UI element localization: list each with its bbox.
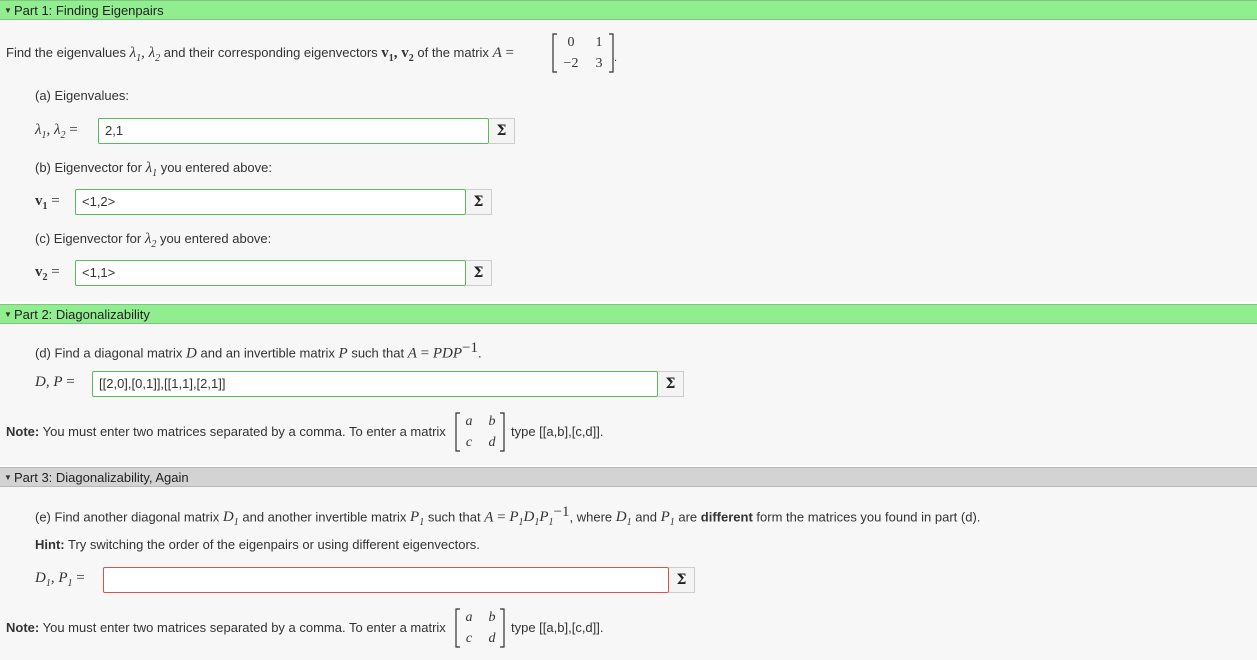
part3-note: Note: You must enter two matrices separa… xyxy=(6,620,446,635)
sigma-button[interactable]: Σ xyxy=(466,260,492,286)
collapse-triangle-icon: ▼ xyxy=(4,5,12,15)
eigenvalues-input[interactable]: 2,1 xyxy=(98,118,489,144)
sigma-button[interactable]: Σ xyxy=(669,567,695,593)
part1-intro: Find the eigenvalues λ1, λ2 and their co… xyxy=(6,45,514,64)
dp-label: D, P = xyxy=(35,374,75,390)
part1-header[interactable]: ▼ Part 1: Finding Eigenpairs xyxy=(0,0,1257,20)
eigenvector-v1-input[interactable]: <1,2> xyxy=(75,189,466,215)
eigenvector-v2-input[interactable]: <1,1> xyxy=(75,260,466,286)
part2-title: Part 2: Diagonalizability xyxy=(14,306,150,322)
part3-header[interactable]: ▼ Part 3: Diagonalizability, Again xyxy=(0,467,1257,487)
part-a-label: (a) Eigenvalues: xyxy=(35,88,129,103)
sigma-button[interactable]: Σ xyxy=(658,371,684,397)
collapse-triangle-icon: ▼ xyxy=(4,309,12,319)
sigma-button[interactable]: Σ xyxy=(489,118,515,144)
diagonalization-input[interactable]: [[2,0],[0,1]],[[1,1],[2,1]] xyxy=(92,371,658,397)
part3-note-end: type [[a,b],[c,d]]. xyxy=(511,620,604,635)
another-diagonalization-input[interactable] xyxy=(103,567,669,593)
lambda-label: λ1, λ2 = xyxy=(35,122,78,141)
v1-label: v1 = xyxy=(35,193,60,212)
part-d-label: (d) Find a diagonal matrix D and an inve… xyxy=(35,340,482,362)
v2-label: v2 = xyxy=(35,264,60,283)
part1-title: Part 1: Finding Eigenpairs xyxy=(14,2,164,18)
part2-note-end: type [[a,b],[c,d]]. xyxy=(511,424,604,439)
sigma-button[interactable]: Σ xyxy=(466,189,492,215)
part-c-label: (c) Eigenvector for λ2 you entered above… xyxy=(35,231,272,250)
matrix-A: 0 1 −2 3 . xyxy=(550,32,620,74)
d1p1-label: D1, P1 = xyxy=(35,570,85,589)
example-matrix: a b c d xyxy=(453,607,509,649)
part3-hint: Hint: Try switching the order of the eig… xyxy=(35,537,480,552)
part-b-label: (b) Eigenvector for λ1 you entered above… xyxy=(35,160,272,179)
part-e-label: (e) Find another diagonal matrix D1 and … xyxy=(35,504,981,529)
part3-title: Part 3: Diagonalizability, Again xyxy=(14,469,189,485)
part2-header[interactable]: ▼ Part 2: Diagonalizability xyxy=(0,304,1257,324)
part2-note: Note: You must enter two matrices separa… xyxy=(6,424,446,439)
collapse-triangle-icon: ▼ xyxy=(4,472,12,482)
example-matrix: a b c d xyxy=(453,411,509,453)
